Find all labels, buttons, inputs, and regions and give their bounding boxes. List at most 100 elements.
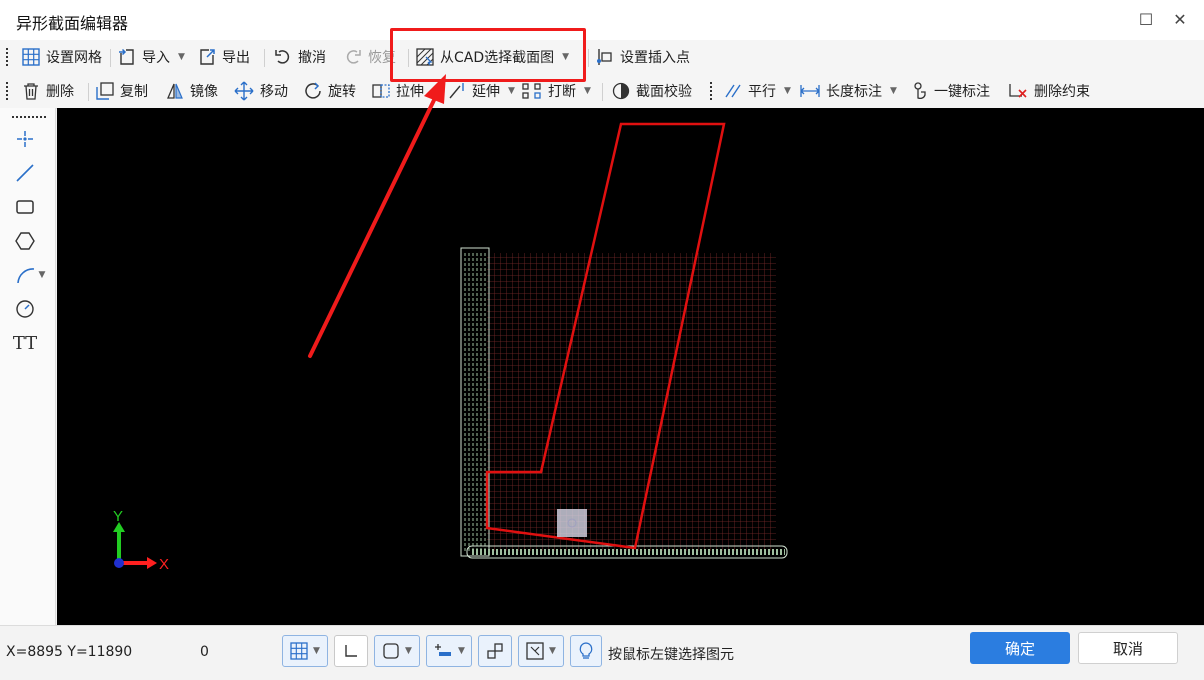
move-label: 移动 bbox=[260, 84, 288, 100]
text-icon: TT bbox=[12, 332, 38, 354]
chevron-down-icon[interactable]: ▼ bbox=[178, 52, 185, 62]
delete-constraint-label: 删除约束 bbox=[1034, 84, 1090, 100]
length-dimension-icon bbox=[800, 85, 820, 97]
length-dimension-label: 长度标注 bbox=[826, 84, 882, 100]
export-button[interactable]: 导出 bbox=[198, 45, 250, 69]
circle-radius-icon bbox=[16, 300, 34, 318]
stretch-label: 拉伸 bbox=[396, 84, 424, 100]
delete-button[interactable]: 删除 bbox=[22, 79, 74, 103]
axis-indicator bbox=[113, 522, 157, 569]
extend-button[interactable]: 延伸 ▼ bbox=[448, 79, 515, 103]
extend-icon bbox=[449, 83, 464, 99]
redo-button[interactable]: 恢复 bbox=[344, 45, 396, 69]
maximize-button[interactable]: ☐ bbox=[1134, 8, 1158, 32]
toolbar-grip[interactable] bbox=[6, 48, 11, 66]
break-label: 打断 bbox=[548, 84, 576, 100]
break-icon bbox=[522, 83, 541, 99]
extend-label: 延伸 bbox=[472, 84, 500, 100]
selection-filter-button[interactable]: ▼ bbox=[518, 635, 564, 667]
import-button[interactable]: 导入 ▼ bbox=[118, 45, 185, 69]
insert-point-icon bbox=[597, 49, 612, 65]
delete-constraint-icon bbox=[1009, 84, 1027, 98]
ortho-icon bbox=[345, 645, 357, 657]
rotate-button[interactable]: 旋转 bbox=[304, 79, 356, 103]
break-button[interactable]: 打断 ▼ bbox=[522, 79, 591, 103]
stretch-button[interactable]: 拉伸 bbox=[372, 79, 424, 103]
copy-button[interactable]: 复制 bbox=[96, 79, 148, 103]
cancel-button[interactable]: 取消 bbox=[1078, 632, 1178, 664]
redo-label: 恢复 bbox=[368, 50, 396, 66]
copy-label: 复制 bbox=[120, 84, 148, 100]
point-icon bbox=[17, 131, 33, 147]
chevron-down-icon[interactable]: ▼ bbox=[890, 86, 897, 96]
polygon-tool[interactable] bbox=[12, 228, 38, 254]
text-tool[interactable]: TT bbox=[12, 330, 38, 356]
rotate-label: 旋转 bbox=[328, 84, 356, 100]
select-icon bbox=[526, 642, 544, 660]
chevron-down-icon[interactable]: ▼ bbox=[549, 646, 556, 656]
chevron-down-icon[interactable]: ▼ bbox=[784, 86, 791, 96]
delete-label: 删除 bbox=[46, 84, 74, 100]
import-label: 导入 bbox=[142, 50, 170, 66]
cad-section-icon bbox=[416, 48, 434, 66]
parallel-button[interactable]: 平行 ▼ bbox=[724, 79, 791, 103]
chevron-down-icon[interactable]: ▼ bbox=[562, 52, 569, 62]
separator bbox=[110, 49, 111, 67]
toolbar-grip[interactable] bbox=[6, 82, 11, 100]
lightbulb-icon bbox=[579, 642, 593, 659]
title-bar: 异形截面编辑器 ☐ ✕ bbox=[0, 0, 1204, 41]
point-tool[interactable] bbox=[12, 126, 38, 152]
undo-button[interactable]: 撤消 bbox=[274, 45, 326, 69]
move-button[interactable]: 移动 bbox=[234, 79, 288, 103]
ok-button[interactable]: 确定 bbox=[970, 632, 1070, 664]
line-tool[interactable] bbox=[12, 160, 38, 186]
length-dimension-button[interactable]: 长度标注 ▼ bbox=[800, 79, 897, 103]
section-drawing: Y X bbox=[113, 122, 788, 573]
set-insert-point-button[interactable]: 设置插入点 bbox=[596, 45, 690, 69]
chevron-down-icon[interactable]: ▼ bbox=[39, 270, 46, 280]
trash-icon bbox=[24, 83, 38, 100]
grid-toggle-button[interactable]: ▼ bbox=[282, 635, 328, 667]
section-check-icon bbox=[612, 82, 630, 100]
separator bbox=[602, 83, 603, 101]
auto-dimension-button[interactable]: 一键标注 bbox=[912, 79, 990, 103]
rotate-icon bbox=[305, 82, 321, 99]
parallel-icon bbox=[725, 84, 741, 98]
set-grid-button[interactable]: 设置网格 bbox=[22, 45, 102, 69]
chevron-down-icon[interactable]: ▼ bbox=[584, 86, 591, 96]
snap-icon bbox=[383, 643, 399, 659]
separator bbox=[588, 49, 589, 67]
mirror-button[interactable]: 镜像 bbox=[166, 79, 218, 103]
set-insert-point-label: 设置插入点 bbox=[620, 50, 690, 66]
redo-icon bbox=[346, 50, 361, 64]
grid-icon bbox=[22, 48, 40, 66]
chevron-down-icon[interactable]: ▼ bbox=[458, 646, 465, 656]
chevron-down-icon[interactable]: ▼ bbox=[313, 646, 320, 656]
arc-tool[interactable]: ▼ bbox=[12, 262, 48, 288]
axis-y-label: Y bbox=[113, 508, 123, 525]
dimension-toggle-button[interactable]: ▼ bbox=[426, 635, 472, 667]
drawing-canvas[interactable]: Y X bbox=[57, 108, 1204, 625]
rectangle-icon bbox=[16, 200, 34, 214]
chevron-down-icon[interactable]: ▼ bbox=[405, 646, 412, 656]
tip-button[interactable] bbox=[570, 635, 602, 667]
toolbar-grip[interactable] bbox=[12, 116, 46, 118]
close-button[interactable]: ✕ bbox=[1168, 8, 1192, 32]
export-icon bbox=[200, 49, 215, 65]
separator bbox=[88, 83, 89, 101]
rectangle-tool[interactable] bbox=[12, 194, 38, 220]
ortho-toggle-button[interactable] bbox=[334, 635, 368, 667]
cursor-coordinates: X=8895 Y=11890 bbox=[6, 644, 133, 660]
export-label: 导出 bbox=[222, 50, 250, 66]
toolbar-grip[interactable] bbox=[710, 82, 715, 100]
circle-tool[interactable] bbox=[12, 296, 38, 322]
snap-toggle-button[interactable]: ▼ bbox=[374, 635, 420, 667]
select-from-cad-button[interactable]: 从CAD选择截面图 ▼ bbox=[416, 45, 569, 69]
chevron-down-icon[interactable]: ▼ bbox=[508, 86, 515, 96]
section-check-label: 截面校验 bbox=[636, 84, 692, 100]
section-check-button[interactable]: 截面校验 bbox=[612, 79, 692, 103]
move-icon bbox=[234, 81, 254, 101]
constraint-toggle-button[interactable] bbox=[478, 635, 512, 667]
delete-constraint-button[interactable]: 删除约束 bbox=[1008, 79, 1090, 103]
axis-x-label: X bbox=[159, 556, 169, 573]
